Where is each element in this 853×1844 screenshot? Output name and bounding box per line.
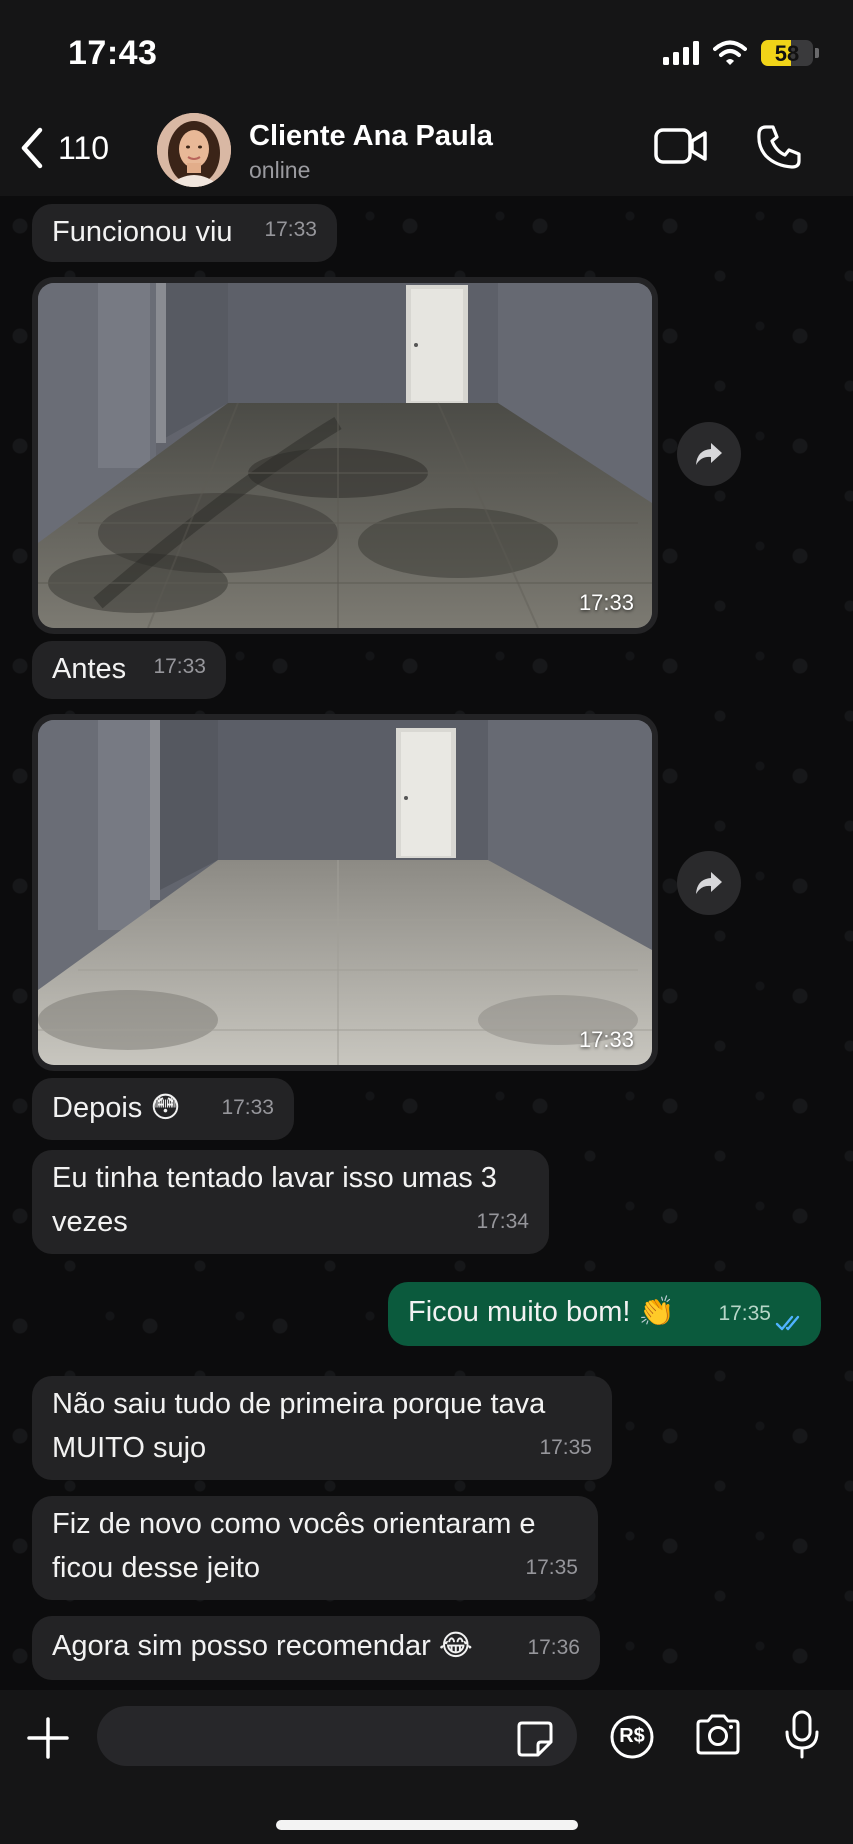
dirty-floor-image	[38, 283, 652, 628]
message-text: Agora sim posso recomendar 😂	[52, 1630, 473, 1662]
contact-name[interactable]: Cliente Ana Paula	[249, 120, 493, 153]
message-text: Funcionou viu	[52, 216, 233, 248]
message-bubble[interactable]: Eu tinha tentado lavar isso umas 3 vezes…	[32, 1150, 549, 1254]
chevron-left-icon	[21, 127, 43, 169]
home-indicator[interactable]	[276, 1820, 578, 1830]
message-text: Fiz de novo como vocês orientaram e fico…	[52, 1508, 536, 1584]
back-button[interactable]: 110	[18, 126, 109, 170]
payment-icon-label: R$	[619, 1725, 645, 1747]
image-message[interactable]: 17:33	[32, 714, 658, 1071]
message-time: 17:33	[153, 655, 206, 678]
message-bubble[interactable]: Depois 😳 17:33	[32, 1078, 294, 1140]
camera-icon[interactable]	[694, 1714, 742, 1756]
microphone-icon[interactable]	[784, 1710, 820, 1760]
message-time: 17:35	[525, 1556, 578, 1579]
chat-messages[interactable]: Funcionou viu 17:33 17:33 Antes 17:33 17…	[0, 196, 853, 1690]
video-call-icon[interactable]	[654, 126, 708, 166]
message-bubble[interactable]: Antes 17:33	[32, 641, 226, 699]
phone-call-icon[interactable]	[756, 124, 802, 170]
unread-count: 110	[58, 129, 110, 166]
message-text: Não saiu tudo de primeira porque tava MU…	[52, 1388, 546, 1464]
battery-icon: 58	[761, 40, 813, 66]
chat-header: 110 Cliente Ana Paula online	[0, 100, 853, 196]
forward-icon	[696, 872, 722, 894]
contact-avatar[interactable]	[157, 113, 231, 187]
message-text: Eu tinha tentado lavar isso umas 3 vezes	[52, 1162, 497, 1238]
after-photo[interactable]: 17:33	[38, 720, 652, 1065]
message-bubble[interactable]: Agora sim posso recomendar 😂 17:36	[32, 1616, 600, 1680]
clean-floor-image	[38, 720, 652, 1065]
forward-icon	[696, 443, 722, 465]
forward-button[interactable]	[677, 851, 741, 915]
message-text: Antes	[52, 653, 127, 685]
message-time: 17:36	[527, 1636, 580, 1659]
photo-time: 17:33	[578, 590, 634, 615]
forward-button[interactable]	[677, 422, 741, 486]
message-text: Ficou muito bom! 👏	[408, 1296, 675, 1328]
message-input[interactable]	[97, 1706, 577, 1766]
message-text: Depois 😳	[52, 1092, 181, 1124]
plus-icon[interactable]	[26, 1716, 70, 1760]
sticker-icon[interactable]	[516, 1720, 554, 1758]
message-time: 17:34	[476, 1210, 529, 1233]
message-bubble[interactable]: Fiz de novo como vocês orientaram e fico…	[32, 1496, 598, 1600]
message-time: 17:33	[221, 1096, 274, 1119]
message-bubble[interactable]: Não saiu tudo de primeira porque tava MU…	[32, 1376, 612, 1480]
signal-icon	[663, 41, 699, 65]
photo-time: 17:33	[578, 1027, 634, 1052]
message-time: 17:35	[718, 1302, 771, 1325]
outgoing-message-bubble[interactable]: Ficou muito bom! 👏 17:35	[388, 1282, 821, 1346]
payment-button[interactable]: R$	[609, 1714, 655, 1765]
status-time: 17:43	[68, 34, 158, 72]
status-indicators: 58	[663, 38, 819, 68]
message-time: 17:33	[264, 218, 317, 241]
message-bubble[interactable]: Funcionou viu 17:33	[32, 204, 337, 262]
battery-tip	[815, 48, 819, 58]
wifi-icon	[713, 40, 747, 65]
message-time: 17:35	[539, 1436, 592, 1459]
image-message[interactable]: 17:33	[32, 277, 658, 634]
status-bar: 17:43 58	[0, 0, 853, 100]
battery-percent: 58	[774, 41, 800, 66]
read-receipt-icon	[775, 1315, 800, 1331]
avatar-image	[157, 113, 231, 187]
compose-bar: R$	[0, 1690, 853, 1844]
contact-status: online	[249, 157, 311, 183]
phone-screen: 17:43 58 110 Cliente Ana Paula online Fu…	[0, 0, 853, 1844]
before-photo[interactable]: 17:33	[38, 283, 652, 628]
